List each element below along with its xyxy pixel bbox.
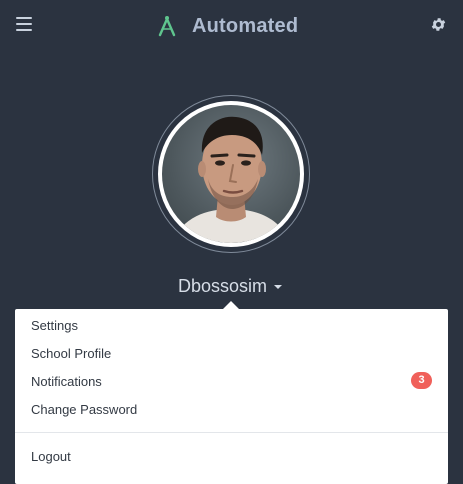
menu-item-change-password[interactable]: Change Password	[15, 395, 448, 423]
app-title: Automated	[192, 14, 299, 37]
menu-item-school-profile[interactable]: School Profile	[15, 339, 448, 367]
avatar[interactable]	[158, 101, 304, 247]
menu-item-label: Logout	[31, 449, 71, 464]
notification-count-badge: 3	[411, 372, 432, 389]
avatar-photo	[172, 116, 290, 243]
hamburger-menu-icon[interactable]	[16, 17, 32, 31]
username: Dbossosim	[178, 275, 268, 296]
user-dropdown-menu: Settings School Profile Notifications 3 …	[15, 309, 448, 484]
user-menu-toggle[interactable]: Dbossosim	[178, 275, 283, 297]
menu-item-label: School Profile	[31, 346, 112, 361]
menu-item-logout[interactable]: Logout	[15, 442, 448, 470]
top-bar: Automated	[0, 0, 463, 52]
menu-item-label: Settings	[31, 318, 78, 333]
menu-item-label: Notifications	[31, 374, 102, 389]
menu-divider	[15, 432, 448, 433]
menu-item-notifications[interactable]: Notifications 3	[15, 367, 448, 395]
menu-item-settings[interactable]: Settings	[15, 311, 448, 339]
gear-icon[interactable]	[430, 16, 447, 33]
caret-down-icon	[274, 285, 283, 289]
compass-logo-icon	[158, 16, 176, 37]
brand[interactable]: Automated	[156, 12, 298, 40]
dropdown-pointer	[223, 301, 239, 309]
menu-item-label: Change Password	[31, 402, 138, 417]
